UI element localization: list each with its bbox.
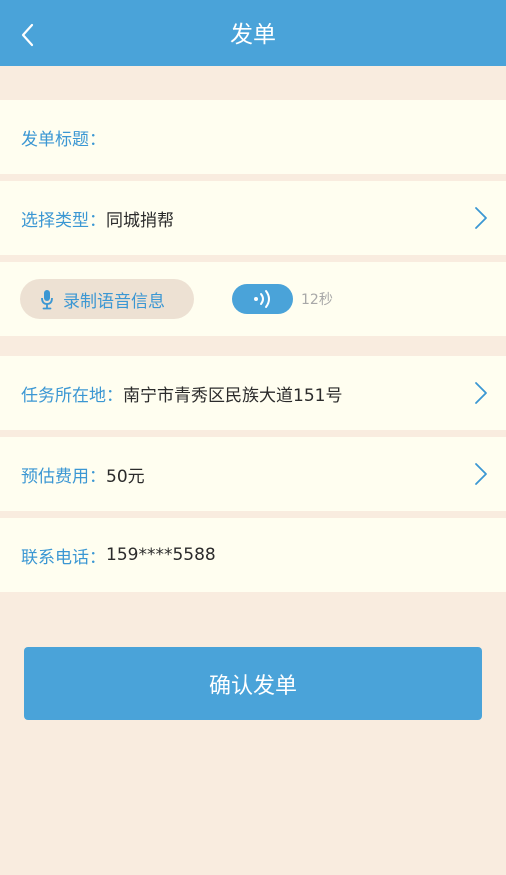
order-title-row[interactable]: 发单标题：: [0, 100, 506, 174]
microphone-icon: [41, 289, 53, 309]
select-type-value: 同城捎帮: [106, 210, 174, 231]
task-location-row[interactable]: 任务所在地： 南宁市青秀区民族大道151号: [0, 356, 506, 430]
select-type-row[interactable]: 选择类型： 同城捎帮: [0, 181, 506, 255]
contact-phone-value[interactable]: 159****5588: [106, 545, 216, 565]
chevron-right-icon: [475, 207, 487, 229]
voice-duration: 12秒: [301, 292, 333, 308]
contact-phone-row[interactable]: 联系电话： 159****5588: [0, 518, 506, 592]
record-voice-label: 录制语音信息: [63, 291, 165, 312]
estimated-cost-label: 预估费用：: [21, 466, 106, 487]
chevron-right-icon: [475, 463, 487, 485]
contact-phone-label: 联系电话：: [21, 547, 106, 568]
chevron-right-icon: [475, 382, 487, 404]
task-location-value: 南宁市青秀区民族大道151号: [123, 385, 343, 406]
top-bar: 发单: [0, 0, 506, 66]
page-title: 发单: [230, 22, 276, 48]
record-voice-button[interactable]: 录制语音信息: [20, 279, 194, 319]
estimated-cost-value: 50元: [106, 466, 145, 487]
order-title-label: 发单标题：: [21, 129, 106, 150]
estimated-cost-row[interactable]: 预估费用： 50元: [0, 437, 506, 511]
confirm-order-button[interactable]: 确认发单: [24, 647, 482, 720]
task-location-label: 任务所在地：: [21, 385, 123, 406]
sound-wave-icon: [253, 290, 270, 308]
voice-message-row: 录制语音信息 12秒: [0, 262, 506, 336]
select-type-label: 选择类型：: [21, 210, 106, 231]
voice-playback-button[interactable]: [232, 284, 293, 314]
